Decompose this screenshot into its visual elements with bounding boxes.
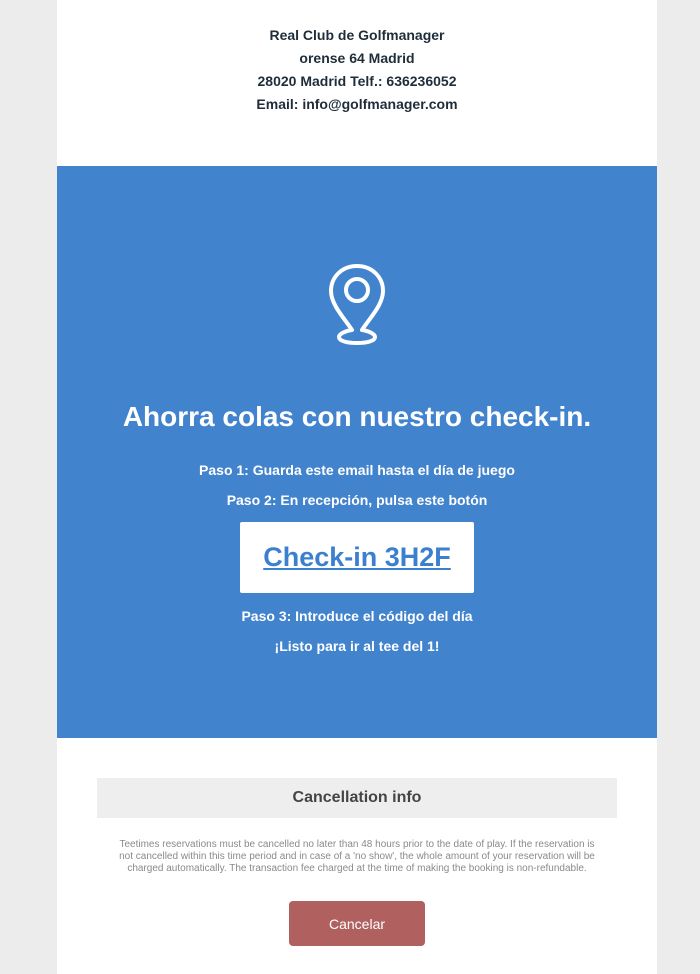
cancellation-title: Cancellation info [97, 778, 617, 818]
checkin-hero: Ahorra colas con nuestro check-in. Paso … [57, 166, 657, 738]
step-2-text: Paso 2: En recepción, pulsa este botón [226, 492, 488, 508]
location-pin-icon [329, 264, 385, 345]
step-1-text: Paso 1: Guarda este email hasta el día d… [199, 462, 515, 478]
checkin-button[interactable]: Check-in 3H2F [240, 522, 474, 593]
hero-title: Ahorra colas con nuestro check-in. [122, 401, 592, 432]
step-3-text: Paso 3: Introduce el código del día [241, 608, 473, 624]
club-postcode-phone: 28020 Madrid Telf.: 636236052 [257, 73, 457, 89]
club-header: Real Club de Golfmanager orense 64 Madri… [57, 24, 657, 116]
step-4-text: ¡Listo para ir al tee del 1! [274, 638, 440, 654]
cancellation-policy-text: Teetimes reservations must be cancelled … [119, 839, 595, 874]
email-body: Real Club de Golfmanager orense 64 Madri… [57, 0, 657, 974]
club-address: orense 64 Madrid [299, 50, 415, 66]
club-email: Email: info@golfmanager.com [256, 96, 458, 112]
club-name: Real Club de Golfmanager [269, 27, 445, 43]
cancel-button[interactable]: Cancelar [289, 901, 425, 946]
checkin-link[interactable]: Check-in 3H2F [263, 542, 451, 573]
